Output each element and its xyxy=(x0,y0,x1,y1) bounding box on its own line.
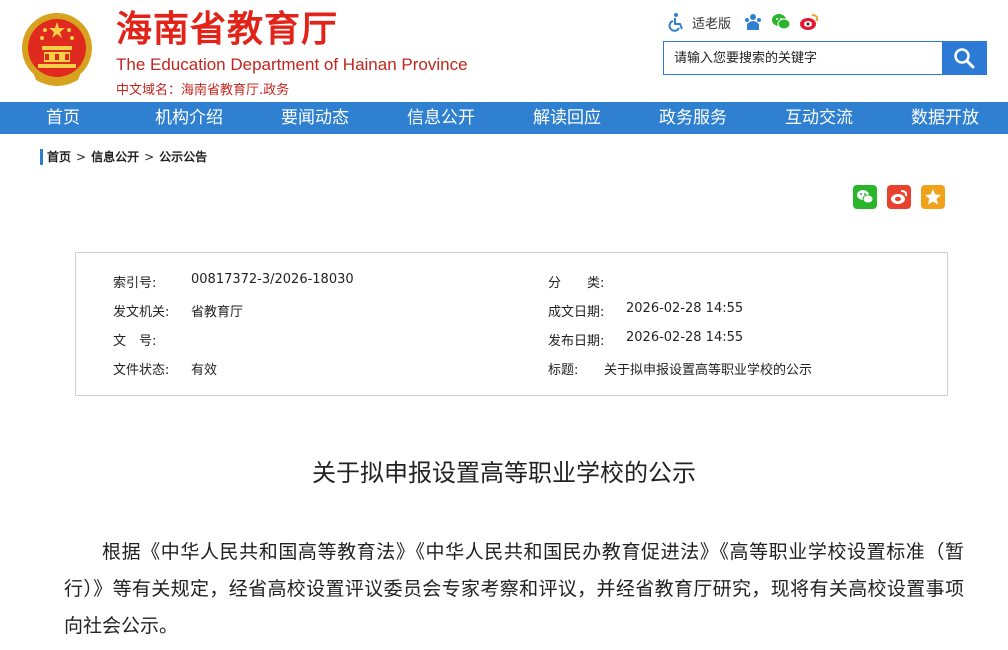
issuer-label: 发文机关: xyxy=(113,305,170,320)
breadcrumb-separator: > xyxy=(144,150,155,164)
subject-label: 标题: xyxy=(548,363,579,378)
doc-number-label: 文 号: xyxy=(113,334,157,349)
subject-value: 关于拟申报设置高等职业学校的公示 xyxy=(604,363,813,378)
domain-label: 中文域名： xyxy=(116,83,182,98)
index-label: 索引号: xyxy=(113,276,157,291)
article-title: 关于拟申报设置高等职业学校的公示 xyxy=(312,459,696,487)
created-date-value: 2026-02-28 14:55 xyxy=(626,301,744,316)
created-date-label: 成文日期: xyxy=(548,305,605,320)
meta-row: 文件状态: 有效 标题: 关于拟申报设置高等职业学校的公示 xyxy=(76,359,947,379)
published-date-label: 发布日期: xyxy=(548,334,605,349)
nav-item-open-data[interactable]: 数据开放 xyxy=(882,102,1008,134)
main-nav: 首页 机构介绍 要闻动态 信息公开 解读回应 政务服务 互动交流 数据开放 xyxy=(0,102,1008,134)
share-bar xyxy=(853,185,945,209)
favorite-button[interactable] xyxy=(921,185,945,209)
status-label: 文件状态: xyxy=(113,363,170,378)
breadcrumb: 首页 > 信息公开 > 公示公告 xyxy=(40,149,207,165)
meta-row: 发文机关: 省教育厅 成文日期: 2026-02-28 14:55 xyxy=(76,301,947,321)
breadcrumb-disclosure[interactable]: 信息公开 xyxy=(91,149,139,165)
weibo-share-button[interactable] xyxy=(887,185,911,209)
elder-mode-link[interactable]: 适老版 xyxy=(692,13,731,32)
published-date-value: 2026-02-28 14:55 xyxy=(626,330,744,345)
wechat-share-icon xyxy=(857,190,874,204)
top-tools: 适老版 xyxy=(666,12,819,32)
site-title-cn[interactable]: 海南省教育厅 xyxy=(116,8,338,52)
nav-item-home[interactable]: 首页 xyxy=(0,102,126,134)
issuer-value: 省教育厅 xyxy=(191,305,244,320)
breadcrumb-separator: > xyxy=(76,150,87,164)
nav-item-disclosure[interactable]: 信息公开 xyxy=(378,102,504,134)
national-emblem-icon xyxy=(22,13,92,86)
people-icon[interactable] xyxy=(743,12,763,32)
breadcrumb-announcements[interactable]: 公示公告 xyxy=(159,149,207,165)
search-button[interactable] xyxy=(942,42,986,74)
nav-item-services[interactable]: 政务服务 xyxy=(630,102,756,134)
search-box xyxy=(663,41,987,75)
search-icon xyxy=(954,48,975,69)
document-meta-table: 索引号: 00817372-3/2026-18030 分 类: 发文机关: 省教… xyxy=(75,252,948,396)
weibo-icon[interactable] xyxy=(799,12,819,32)
meta-row: 文 号: 发布日期: 2026-02-28 14:55 xyxy=(76,330,947,350)
favorite-star-icon xyxy=(925,189,941,205)
site-title-en: The Education Department of Hainan Provi… xyxy=(116,55,468,74)
category-label: 分 类: xyxy=(548,276,605,291)
status-value: 有效 xyxy=(191,363,218,378)
site-header: 海南省教育厅 The Education Department of Haina… xyxy=(0,0,1008,102)
meta-row: 索引号: 00817372-3/2026-18030 分 类: xyxy=(76,272,947,292)
wechat-icon[interactable] xyxy=(771,12,791,32)
search-input[interactable] xyxy=(664,42,942,74)
nav-item-about[interactable]: 机构介绍 xyxy=(126,102,252,134)
wheelchair-icon[interactable] xyxy=(666,12,686,32)
domain-value: 海南省教育厅.政务 xyxy=(181,83,290,98)
nav-item-interaction[interactable]: 互动交流 xyxy=(756,102,882,134)
breadcrumb-home[interactable]: 首页 xyxy=(47,149,71,165)
index-value: 00817372-3/2026-18030 xyxy=(191,272,354,287)
nav-item-interpretation[interactable]: 解读回应 xyxy=(504,102,630,134)
wechat-share-button[interactable] xyxy=(853,185,877,209)
domain-line: 中文域名：海南省教育厅.政务 xyxy=(116,79,289,98)
weibo-share-icon xyxy=(891,190,908,204)
article-paragraph: 根据《中华人民共和国高等教育法》《中华人民共和国民办教育促进法》《高等职业学校设… xyxy=(64,541,964,637)
nav-item-news[interactable]: 要闻动态 xyxy=(252,102,378,134)
